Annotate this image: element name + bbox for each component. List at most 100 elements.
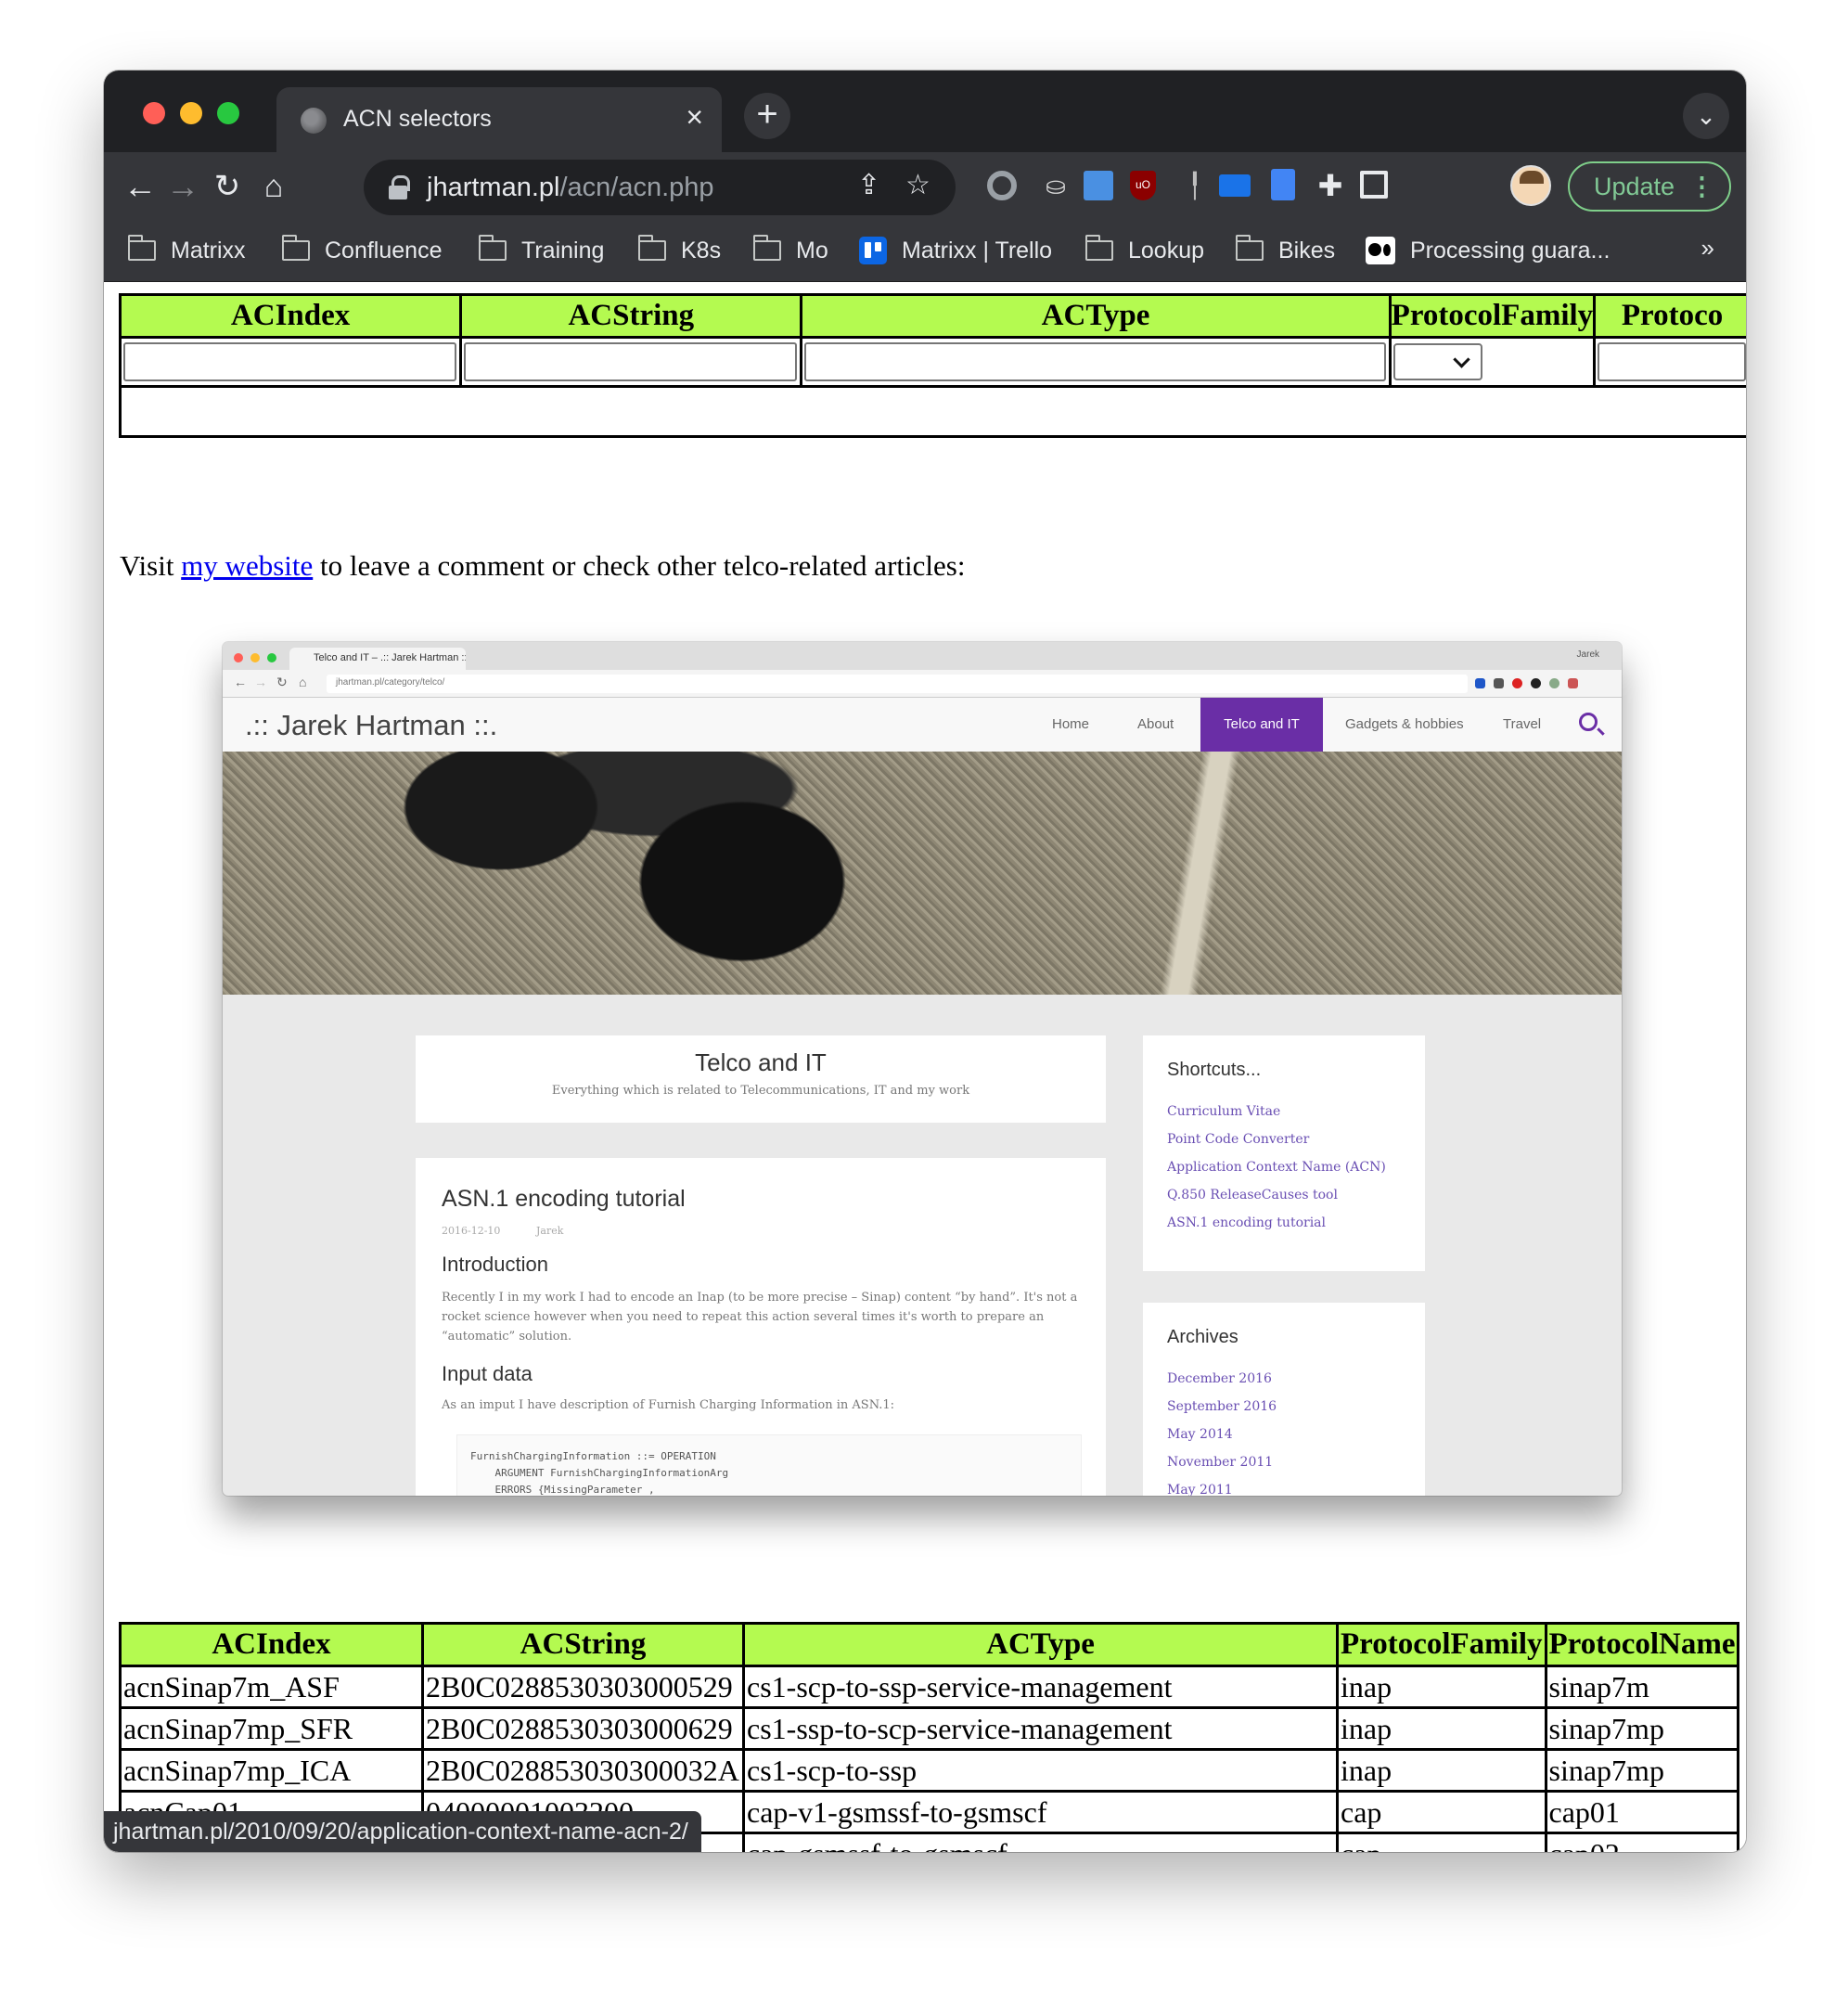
data-header-actype[interactable]: ACType [742,1622,1339,1667]
folder-icon [479,235,507,261]
back-arrow-icon[interactable]: ← [119,165,161,208]
acindex-filter-input[interactable] [123,342,457,381]
header-acindex[interactable]: ACIndex [118,293,463,339]
bookmark-training[interactable]: Training [479,234,604,267]
bookmark-label: Bikes [1278,237,1336,264]
header-acstring[interactable]: ACString [459,293,803,339]
page-content: ACIndex ACString ACType ProtocolFamily P… [104,282,1746,1852]
cell-protocolfamily: inap [1336,1748,1547,1793]
bookmark-matrixx-trello[interactable]: Matrixx | Trello [859,234,1052,267]
profile-avatar[interactable] [1510,165,1551,206]
preview-category-title: Telco and IT [695,1048,827,1076]
lock-icon[interactable] [388,175,410,199]
preview-site-header: .:: Jarek Hartman ::. Home About Telco a… [223,698,1622,752]
extension-circle-icon[interactable] [987,171,1017,200]
preview-section-input: Input data [442,1362,533,1385]
bookmark-label: K8s [681,237,722,264]
preview-forward-icon: → [254,675,267,689]
reload-icon[interactable]: ↻ [206,165,249,208]
trello-icon [859,237,887,264]
more-vert-icon: ⋮ [1689,173,1714,200]
extension-stamp-icon[interactable]: ⛀ [1037,167,1074,204]
tab-title: ACN selectors [343,106,492,132]
extension-blue-card-icon[interactable] [1084,171,1113,200]
cell-actype: cap-v1-gsmssf-to-gsmscf [742,1790,1339,1834]
more-bookmarks-chevron-icon[interactable]: » [1701,234,1714,263]
filter-cell [118,336,463,388]
cell-protocolfamily: inap [1336,1665,1547,1709]
cell-protocolfamily: inap [1336,1706,1547,1751]
preview-ext-icon [1475,678,1485,688]
preview-archives-card: Archives December 2016 September 2016 Ma… [1143,1303,1425,1496]
data-header-acindex[interactable]: ACIndex [119,1622,424,1667]
header-protocolname[interactable]: Protoco [1593,293,1746,339]
preview-menu-gadgets: Gadgets & hobbies [1345,716,1464,732]
folder-icon [753,235,781,261]
maximize-window-button[interactable] [217,102,239,124]
bookmark-label: Confluence [325,237,443,264]
bookmark-k8s[interactable]: K8s [638,234,721,267]
data-header-acstring[interactable]: ACString [421,1622,745,1667]
bookmarks-bar: Matrixx Confluence Training K8s Mo Matri… [104,221,1746,282]
bookmark-confluence[interactable]: Confluence [282,234,442,267]
extension-screen-icon[interactable] [1219,174,1251,197]
header-protocolfamily[interactable]: ProtocolFamily [1388,293,1597,339]
new-tab-button[interactable]: + [744,93,790,139]
bookmark-bikes[interactable]: Bikes [1236,234,1335,267]
bookmark-matrixx[interactable]: Matrixx [128,234,246,267]
filter-cell [459,336,803,388]
preview-post-author: Jarek [536,1225,564,1237]
filter-table: ACIndex ACString ACType ProtocolFamily P… [118,293,1746,438]
url-path: /acn/acn.php [559,173,714,202]
address-bar[interactable]: jhartman.pl/acn/acn.php ⇪ ☆ [364,160,956,215]
side-panel-icon[interactable] [1360,171,1388,199]
close-tab-icon[interactable]: × [686,100,703,135]
preview-back-icon: ← [234,675,247,689]
preview-post-title: ASN.1 encoding tutorial [442,1186,686,1212]
cell-protocolname: cap02 [1544,1832,1740,1852]
ublock-origin-icon[interactable]: uO [1130,171,1156,200]
tab-acn-selectors[interactable]: ACN selectors × [276,87,722,152]
website-preview-image[interactable]: Telco and IT – .:: Jarek Hartman ::. Jar… [223,642,1622,1496]
data-header-protocolfamily[interactable]: ProtocolFamily [1336,1622,1547,1667]
bookmark-processing[interactable]: Processing guara... [1366,234,1610,267]
share-icon[interactable]: ⇪ [857,169,880,201]
cell-protocolfamily: cap [1336,1832,1547,1852]
preview-intro-text: Recently I in my work I had to encode an… [442,1291,1078,1344]
puzzle-extensions-icon[interactable]: ✚ [1312,167,1349,204]
preview-category-card: Telco and IT Everything which is related… [416,1035,1106,1123]
header-actype[interactable]: ACType [800,293,1392,339]
data-header-protocolname[interactable]: ProtocolName [1544,1622,1740,1667]
bookmark-lookup[interactable]: Lookup [1085,234,1204,267]
cell-protocolname: cap01 [1544,1790,1740,1834]
preview-archive-link: May 2011 [1167,1483,1233,1496]
folder-icon [638,235,666,261]
tab-search-button[interactable]: ⌄ [1683,93,1729,139]
close-window-button[interactable] [143,102,165,124]
preview-post-card: ASN.1 encoding tutorial 2016-12-10 Jarek… [416,1158,1106,1496]
protocolname-filter-input[interactable] [1598,342,1746,381]
protocolfamily-filter-select[interactable] [1392,343,1482,380]
actype-filter-input[interactable] [804,342,1386,381]
preview-shortcut-link: Q.850 ReleaseCauses tool [1167,1188,1338,1202]
cell-acstring: 2B0C028853030300032A [421,1748,745,1793]
url-text[interactable]: jhartman.pl/acn/acn.php [427,173,714,203]
status-bar-link-preview: jhartman.pl/2010/09/20/application-conte… [104,1811,701,1852]
star-bookmark-icon[interactable]: ☆ [905,169,930,201]
extension-dropper-icon[interactable]: ╿ [1176,167,1213,204]
update-button[interactable]: Update ⋮ [1568,161,1731,212]
extension-doc-download-icon[interactable] [1271,169,1295,200]
filter-cell [800,336,1392,388]
my-website-link[interactable]: my website [181,549,313,582]
preview-archive-link: September 2016 [1167,1399,1277,1414]
home-icon[interactable]: ⌂ [252,165,295,208]
bookmark-mo[interactable]: Mo [753,234,828,267]
forward-arrow-icon[interactable]: → [161,165,204,208]
minimize-window-button[interactable] [180,102,202,124]
cell-actype: cs1-scp-to-ssp [742,1748,1339,1793]
preview-shortcut-link: Application Context Name (ACN) [1167,1160,1386,1175]
preview-ext-icon [1494,678,1504,688]
acstring-filter-input[interactable] [464,342,798,381]
cell-acstring: 2B0C0288530303000529 [421,1665,745,1709]
cell-protocolname: sinap7mp [1544,1706,1740,1751]
